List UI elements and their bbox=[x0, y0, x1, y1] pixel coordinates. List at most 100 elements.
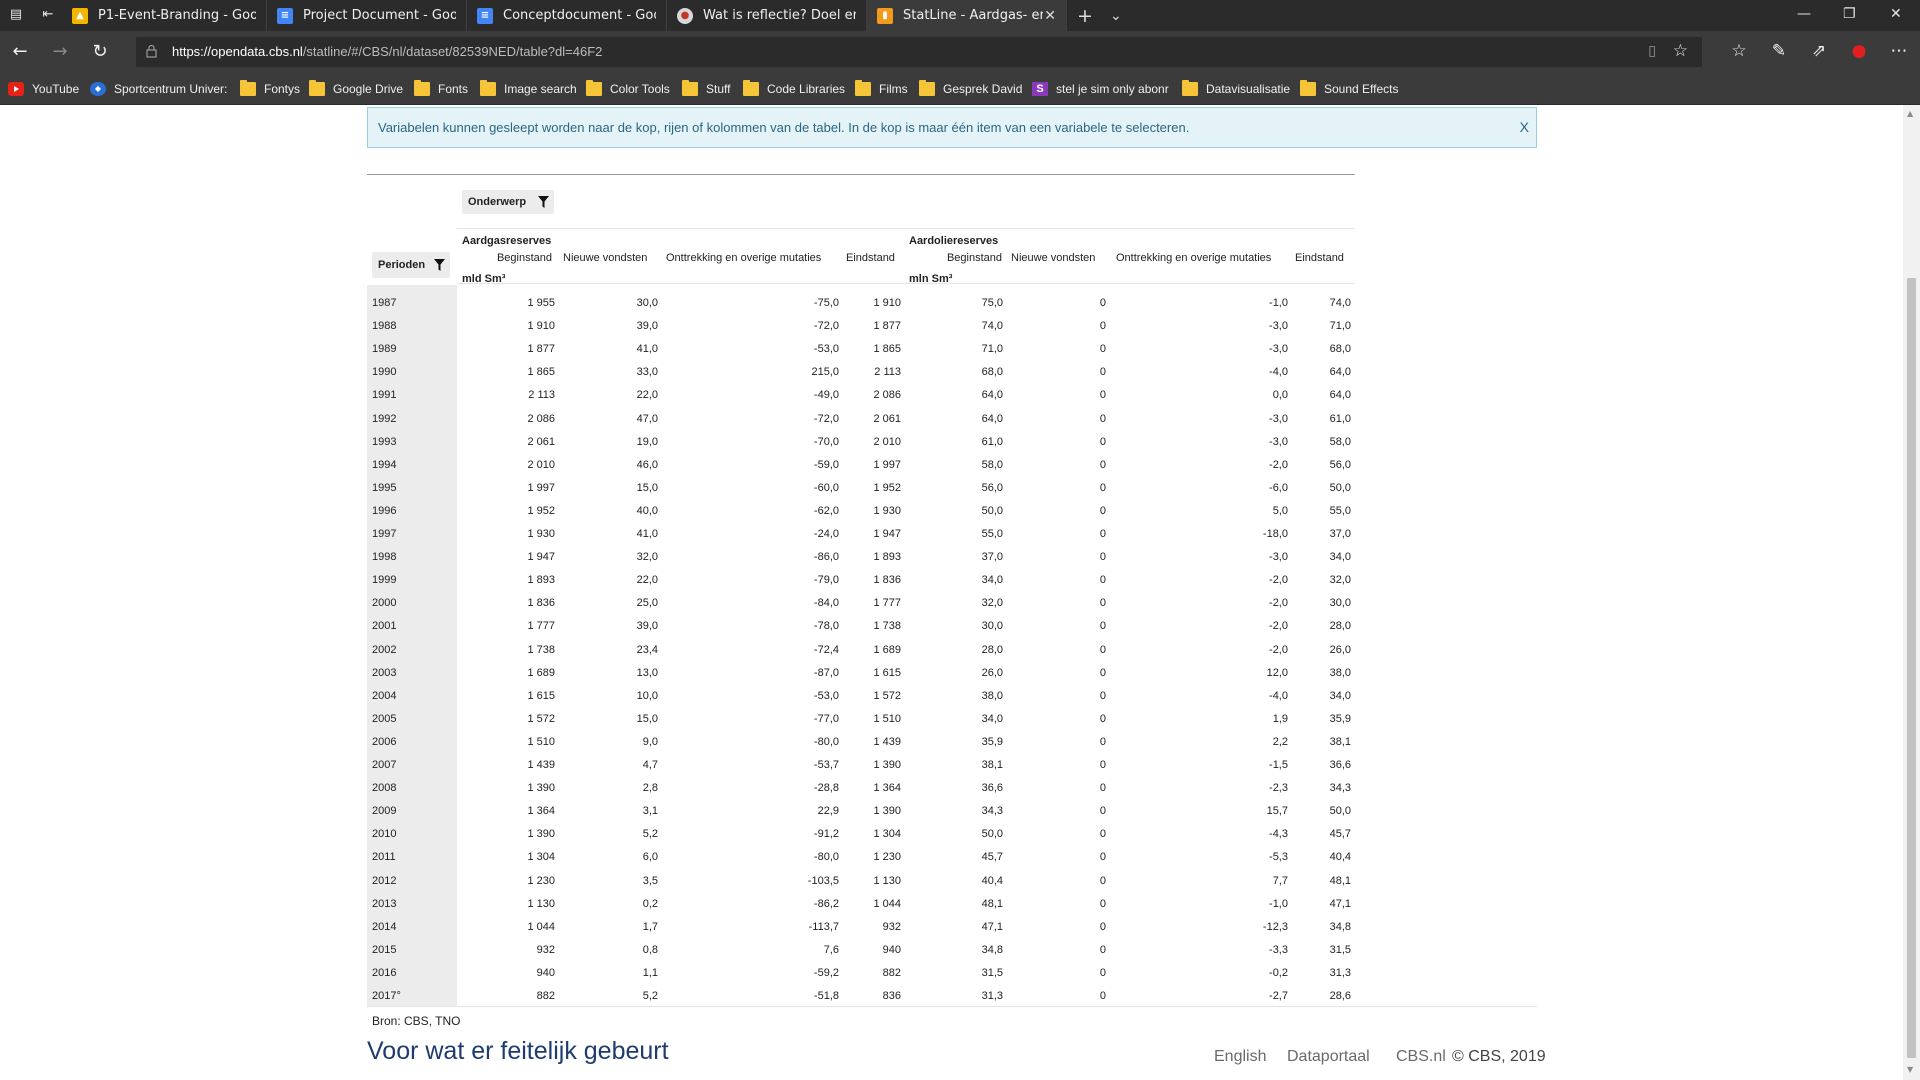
table-cell: 2 113 bbox=[528, 389, 555, 402]
folder-icon bbox=[240, 80, 256, 96]
table-cell: 46,0 bbox=[636, 458, 658, 471]
table-cell: 32,0 bbox=[636, 551, 658, 564]
period-label: 2008 bbox=[372, 782, 397, 795]
bookmark-fontys[interactable]: Fontys bbox=[240, 79, 300, 99]
table-row: 1997 1 930 41,0 -24,0 1 947 55,0 0 -18,0 37,0 bbox=[0, 523, 1920, 546]
back-icon[interactable]: ← bbox=[10, 42, 30, 62]
bookmark-stuff[interactable]: Stuff bbox=[682, 79, 730, 99]
table-row: 2016 940 1,1 -59,2 882 31,5 0 -0,2 31,3 bbox=[0, 962, 1920, 985]
table-cell: 0 bbox=[1099, 435, 1106, 448]
table-cell: 56,0 bbox=[1329, 458, 1351, 471]
extension-icon[interactable]: ● bbox=[1848, 41, 1870, 61]
table-row: 2002 1 738 23,4 -72,4 1 689 28,0 0 -2,0 26,0 bbox=[0, 639, 1920, 662]
tab-wat-is-reflectie[interactable]: ● Wat is reflectie? Doel en str bbox=[667, 0, 867, 31]
tab-statline[interactable]: ▮ StatLine - Aardgas- en a ✕ bbox=[867, 0, 1067, 31]
bookmark-datavisualisatie[interactable]: Datavisualisatie bbox=[1182, 79, 1290, 99]
onderwerp-variable[interactable]: Onderwerp bbox=[462, 190, 554, 214]
forward-icon[interactable]: → bbox=[50, 42, 70, 62]
table-cell: 34,0 bbox=[1329, 551, 1351, 564]
bookmark-youtube[interactable]: YouTube bbox=[8, 79, 79, 99]
window-menu-icon[interactable]: ▤ bbox=[8, 7, 24, 23]
table-cell: 31,5 bbox=[981, 966, 1003, 979]
table-cell: 2 061 bbox=[527, 435, 555, 448]
bookmark-sim-only[interactable]: Sstel je sim only abonr bbox=[1032, 79, 1169, 99]
close-tab-icon[interactable]: ✕ bbox=[1044, 8, 1056, 24]
favorites-hub-icon[interactable]: ☆ bbox=[1728, 41, 1750, 61]
table-cell: 35,9 bbox=[981, 735, 1003, 748]
table-cell: 48,1 bbox=[981, 897, 1003, 910]
col-header-nieuwe-vondsten: Nieuwe vondsten bbox=[563, 252, 648, 264]
close-window-icon[interactable]: ✕ bbox=[1890, 6, 1902, 22]
scroll-down-icon[interactable]: ▼ bbox=[1907, 1065, 1913, 1074]
bookmark-gesprek-david[interactable]: Gesprek David bbox=[919, 79, 1022, 99]
refresh-icon[interactable]: ↻ bbox=[90, 42, 110, 62]
tab-conceptdocument[interactable]: ≡ Conceptdocument - Google bbox=[467, 0, 667, 31]
table-row: 2006 1 510 9,0 -80,0 1 439 35,9 0 2,2 38,1 bbox=[0, 731, 1920, 754]
bookmark-sound-effects[interactable]: Sound Effects bbox=[1300, 79, 1399, 99]
table-row: 1998 1 947 32,0 -86,0 1 893 37,0 0 -3,0 34,0 bbox=[0, 546, 1920, 569]
table-cell: 1 955 bbox=[527, 297, 555, 309]
folder-icon bbox=[414, 80, 430, 96]
table-cell: 940 bbox=[536, 966, 555, 979]
table-cell: 0 bbox=[1099, 805, 1106, 818]
table-cell: 26,0 bbox=[981, 666, 1003, 679]
table-cell: 68,0 bbox=[1329, 343, 1351, 356]
group-title-aardgasreserves: Aardgasreserves bbox=[462, 235, 552, 247]
table-cell: 15,0 bbox=[636, 481, 658, 494]
footer-link-english[interactable]: English bbox=[1214, 1048, 1266, 1066]
table-cell: 39,0 bbox=[636, 620, 658, 633]
header-divider bbox=[457, 228, 1355, 229]
table-cell: 1 947 bbox=[527, 551, 555, 564]
folder-icon bbox=[855, 80, 871, 96]
new-tab-icon[interactable]: + bbox=[1077, 5, 1093, 27]
bookmark-fonts[interactable]: Fonts bbox=[414, 79, 468, 99]
pen-notes-icon[interactable]: ✎ bbox=[1768, 41, 1790, 61]
chevron-down-icon[interactable]: ⌄ bbox=[1110, 8, 1122, 24]
period-label: 2006 bbox=[372, 735, 397, 748]
footer-link-dataportaal[interactable]: Dataportaal bbox=[1287, 1048, 1370, 1066]
tab-project-document[interactable]: ≡ Project Document - Google bbox=[267, 0, 467, 31]
favorite-star-icon[interactable]: ☆ bbox=[1673, 41, 1688, 61]
table-cell: 932 bbox=[536, 943, 555, 956]
table-cell: 1 910 bbox=[527, 320, 555, 333]
bookmark-google-drive[interactable]: Google Drive bbox=[309, 79, 403, 99]
table-cell: 1 893 bbox=[527, 574, 555, 587]
table-cell: 9,0 bbox=[642, 735, 658, 748]
period-label: 2005 bbox=[372, 712, 397, 725]
close-info-button[interactable]: X bbox=[1520, 119, 1529, 135]
bookmark-sportcentrum[interactable]: ◆ Sportcentrum Univer: bbox=[90, 79, 227, 99]
filter-icon[interactable] bbox=[434, 259, 445, 271]
table-cell: 1 615 bbox=[527, 689, 555, 702]
bookmark-code-libraries[interactable]: Code Libraries bbox=[743, 79, 845, 99]
bookmark-films[interactable]: Films bbox=[855, 79, 908, 99]
table-cell: 0,8 bbox=[642, 943, 658, 956]
address-bar[interactable]: https://opendata.cbs.nl/statline/#/CBS/n… bbox=[136, 37, 1702, 67]
period-label: 2017° bbox=[372, 990, 401, 1002]
table-cell: 1 130 bbox=[527, 897, 555, 910]
table-cell: 50,0 bbox=[981, 828, 1003, 841]
scrollbar[interactable]: ▲ ▼ bbox=[1903, 105, 1920, 1080]
filter-icon[interactable] bbox=[538, 196, 549, 208]
bookmark-image-search[interactable]: Image search bbox=[480, 79, 577, 99]
table-cell: 0 bbox=[1099, 828, 1106, 841]
period-label: 1989 bbox=[372, 343, 397, 356]
reading-view-icon[interactable]: ▯ bbox=[1648, 43, 1656, 59]
folder-icon bbox=[682, 80, 698, 96]
restore-icon[interactable]: ❐ bbox=[1843, 6, 1856, 22]
table-row: 2014 1 044 1,7 -113,7 932 47,1 0 -12,3 34,8 bbox=[0, 916, 1920, 939]
share-icon[interactable]: ⇗ bbox=[1808, 41, 1830, 61]
scroll-up-icon[interactable]: ▲ bbox=[1907, 109, 1913, 118]
tab-p1-event-branding[interactable]: ▲ P1-Event-Branding - Google bbox=[62, 0, 267, 31]
url-text[interactable]: https://opendata.cbs.nl/statline/#/CBS/n… bbox=[172, 44, 602, 59]
set-aside-tabs-icon[interactable]: ⇤ bbox=[40, 7, 56, 23]
more-menu-icon[interactable]: ⋯ bbox=[1888, 41, 1910, 61]
table-cell: 55,0 bbox=[1329, 504, 1351, 517]
col-header-nieuwe-vondsten: Nieuwe vondsten bbox=[1011, 252, 1096, 264]
bookmark-color-tools[interactable]: Color Tools bbox=[586, 79, 670, 99]
table-row: 2015 932 0,8 7,6 940 34,8 0 -3,3 31,5 bbox=[0, 939, 1920, 962]
perioden-variable[interactable]: Perioden bbox=[372, 252, 450, 278]
footer-link-cbs[interactable]: CBS.nl bbox=[1396, 1048, 1446, 1066]
table-cell: 39,0 bbox=[636, 320, 658, 333]
scrollbar-thumb[interactable] bbox=[1907, 278, 1916, 1058]
minimize-icon[interactable]: — bbox=[1797, 6, 1811, 22]
